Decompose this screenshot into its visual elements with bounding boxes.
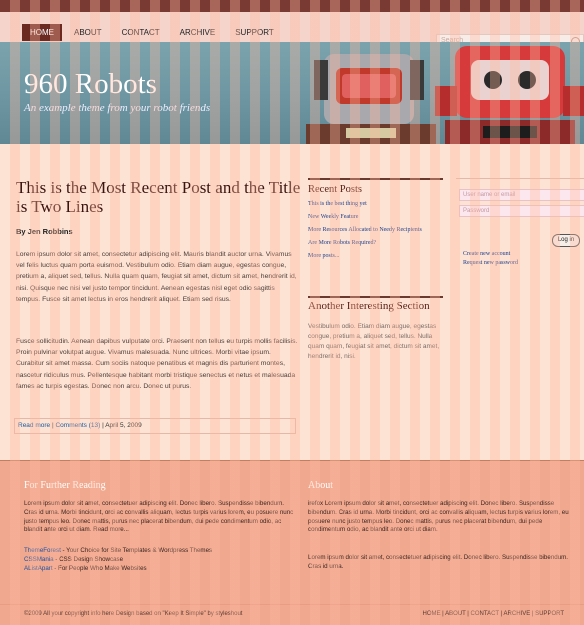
- footer-link-row: AListApart - For People Who Make Website…: [24, 564, 212, 573]
- footer-reading-heading: For Further Reading: [24, 480, 106, 491]
- nav-item-support[interactable]: SUPPORT: [227, 24, 282, 41]
- interesting-section: Another Interesting Section Vestibulum o…: [308, 296, 443, 362]
- footer-link-list: ThemeForest - Your Choice for Site Templ…: [24, 546, 212, 574]
- footer-nav-links[interactable]: HOME | ABOUT | CONTACT | ARCHIVE | SUPPO…: [423, 611, 564, 617]
- robot-image: [306, 54, 436, 144]
- footer-about-text: irefox Lorem ipsum dolor sit amet, conse…: [308, 500, 569, 534]
- nav-item-about[interactable]: ABOUT: [66, 24, 110, 41]
- footer: For Further Reading Lorem ipsum dolor si…: [0, 460, 584, 625]
- footer-link-desc: - Your Choice for Site Templates & Wordp…: [60, 547, 213, 554]
- robot-image-red: [435, 46, 584, 144]
- banner: 960 Robots An example theme from your ro…: [0, 42, 584, 144]
- main-nav: HOME ABOUT CONTACT ARCHIVE SUPPORT Search: [0, 12, 584, 48]
- post-paragraph: Fusce sollicitudin. Aenean dapibus vulpu…: [16, 338, 298, 390]
- footer-link[interactable]: CSSMania: [24, 556, 54, 563]
- footer-link-row: CSSMania - CSS Design Showcase: [24, 555, 212, 564]
- nav-item-home[interactable]: HOME: [22, 24, 62, 41]
- login-button[interactable]: Log in: [552, 234, 580, 247]
- request-password-link[interactable]: Request new password: [463, 259, 518, 268]
- recent-post-link[interactable]: More posts...: [308, 253, 443, 260]
- divider: [308, 178, 443, 180]
- read-more-link[interactable]: Read more: [18, 422, 50, 429]
- divider: [0, 604, 584, 605]
- footer-link-desc: - For People Who Make Websites: [52, 565, 147, 573]
- post-meta: Read more | Comments (13) | April 5, 200…: [14, 418, 296, 434]
- divider: [456, 178, 584, 179]
- login-links: Create new account Request new password: [463, 250, 518, 268]
- recent-post-link[interactable]: New Weekly Feature: [308, 214, 443, 221]
- recent-posts: Recent Posts This is the best thing yet N…: [308, 178, 443, 266]
- footer-link[interactable]: AListApart: [24, 565, 53, 572]
- divider: [0, 460, 584, 461]
- interesting-text: Vestibulum odio. Etiam diam augue, egest…: [308, 323, 440, 360]
- nav-item-contact[interactable]: CONTACT: [114, 24, 168, 41]
- post-paragraph: Lorem ipsum dolor sit amet, consectetur …: [16, 251, 297, 303]
- footer-link-row: ThemeForest - Your Choice for Site Templ…: [24, 546, 212, 555]
- recent-post-link[interactable]: More Resources Allocated to Needy Recipi…: [308, 227, 443, 234]
- footer-bottom: ©2009 All your copyright info here Desig…: [0, 606, 584, 625]
- top-bar: [0, 0, 584, 12]
- password-field[interactable]: Password: [459, 205, 584, 217]
- divider: [308, 296, 443, 298]
- footer-about-heading: About: [308, 480, 333, 491]
- footer-about-text: Lorem ipsum dolor sit amet, consectetuer…: [308, 554, 569, 570]
- post-date: April 5, 2009: [105, 422, 142, 429]
- footer-reading-text: Lorem ipsum dolor sit amet, consectetuer…: [24, 500, 294, 534]
- login-form: User name or email Password Log in Creat…: [456, 178, 584, 266]
- recent-post-link[interactable]: Are More Robots Required?: [308, 240, 443, 247]
- comments-link[interactable]: Comments (13): [55, 422, 100, 429]
- site-tagline: An example theme from your robot friends: [24, 102, 211, 114]
- recent-post-link[interactable]: This is the best thing yet: [308, 201, 443, 208]
- footer-link-desc: - CSS Design Showcase: [53, 556, 124, 564]
- post-byline: By Jen Robbins: [16, 227, 73, 236]
- username-field[interactable]: User name or email: [459, 189, 584, 201]
- copyright: ©2009 All your copyright info here Desig…: [24, 611, 243, 617]
- recent-posts-heading: Recent Posts: [308, 184, 362, 195]
- create-account-link[interactable]: Create new account: [463, 250, 518, 259]
- nav-item-archive[interactable]: ARCHIVE: [172, 24, 224, 41]
- site-title[interactable]: 960 Robots: [24, 68, 157, 101]
- footer-link[interactable]: ThemeForest: [24, 547, 61, 554]
- post-title[interactable]: This is the Most Recent Post and the Tit…: [16, 178, 306, 216]
- interesting-heading: Another Interesting Section: [308, 300, 430, 312]
